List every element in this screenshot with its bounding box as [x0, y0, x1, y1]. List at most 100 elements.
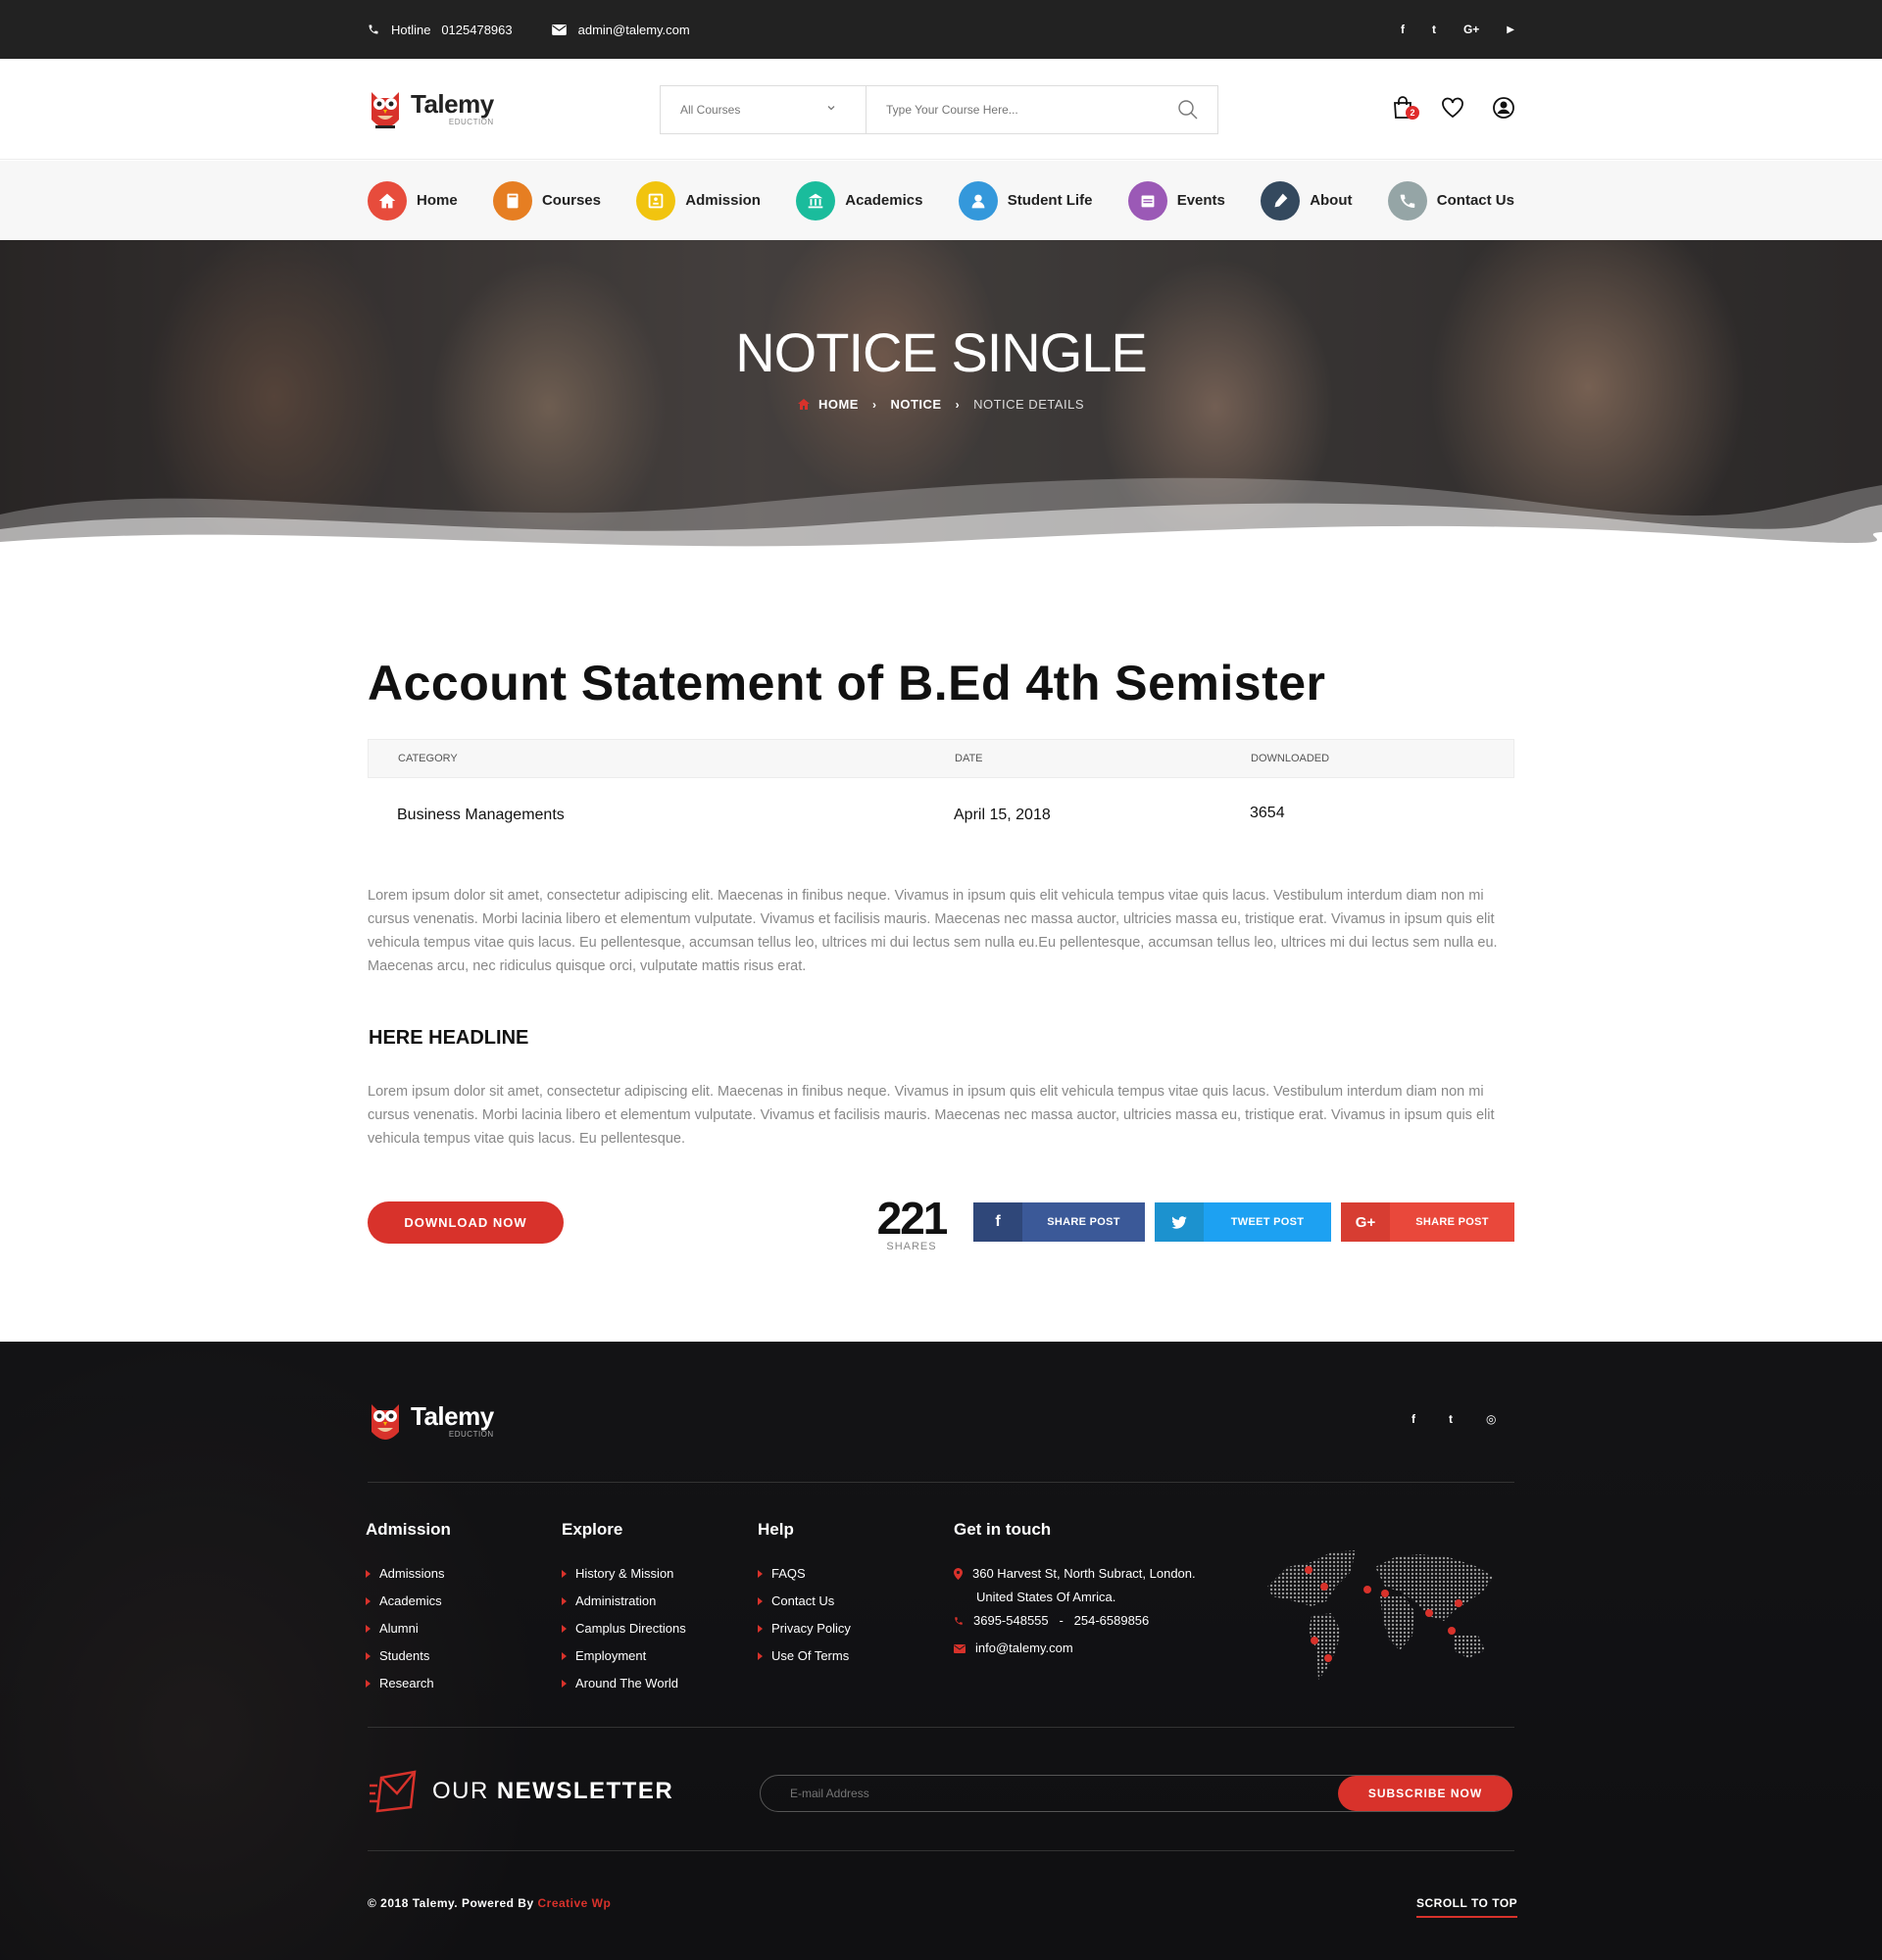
google-plus-icon[interactable]: G+ [1463, 23, 1479, 36]
contact-email[interactable]: info@talemy.com [954, 1635, 1228, 1662]
category-value: Business Managements [397, 806, 565, 823]
footer-link[interactable]: Academics [366, 1588, 451, 1615]
nav-item-academics[interactable]: Academics [796, 180, 923, 220]
hotline-number[interactable]: 0125478963 [441, 23, 512, 37]
nav-item-events[interactable]: Events [1127, 180, 1225, 220]
nav-item-label: Home [417, 192, 458, 209]
youtube-icon[interactable]: ▶ [1507, 24, 1514, 35]
world-map-icon [1267, 1550, 1493, 1680]
search-icon [1178, 100, 1198, 120]
nav-item-label: Academics [845, 192, 923, 209]
footer-col-help: Help FAQS Contact Us Privacy Policy Use … [758, 1520, 851, 1670]
google-plus-share-button[interactable]: G+ SHARE POST [1341, 1202, 1514, 1242]
page-banner: NOTICE SINGLE HOME › NOTICE › NOTICE DET… [0, 240, 1882, 573]
nav-item-label: Student Life [1007, 192, 1093, 209]
contact-email-text: info@talemy.com [975, 1641, 1073, 1655]
wishlist-button[interactable] [1441, 97, 1464, 123]
home-icon [368, 180, 407, 220]
map-marker-icon [954, 1568, 963, 1580]
twitter-share-button[interactable]: TWEET POST [1155, 1202, 1331, 1242]
footer-link[interactable]: Research [366, 1670, 451, 1697]
search-button[interactable] [1159, 86, 1217, 133]
footer-link[interactable]: Around The World [562, 1670, 686, 1697]
facebook-share-button[interactable]: f SHARE POST [973, 1202, 1145, 1242]
nav-item-contact-us[interactable]: Contact Us [1387, 180, 1514, 220]
footer-col-title: Admission [366, 1520, 451, 1539]
share-counter: 221 SHARES [863, 1196, 961, 1252]
facebook-icon[interactable]: f [1412, 1412, 1415, 1426]
footer-logo-name: Talemy [411, 1401, 494, 1431]
user-circle-icon [1493, 97, 1514, 119]
footer-link[interactable]: Privacy Policy [758, 1615, 851, 1642]
subscribe-button[interactable]: SUBSCRIBE NOW [1338, 1776, 1512, 1811]
scroll-to-top-button[interactable]: SCROLL TO TOP [1416, 1896, 1518, 1918]
twitter-icon[interactable]: t [1449, 1412, 1453, 1426]
course-search: All Courses [660, 85, 1218, 134]
phone-icon [369, 24, 378, 34]
logo-tagline: EDUCTION [448, 118, 494, 126]
hotline: Hotline 0125478963 [368, 23, 513, 37]
footer-col-title: Explore [562, 1520, 623, 1539]
owl-logo-icon [371, 1404, 399, 1440]
footer-link[interactable]: FAQS [758, 1560, 851, 1588]
nav-item-label: Contact Us [1436, 192, 1514, 209]
breadcrumb: HOME › NOTICE › NOTICE DETAILS [0, 397, 1882, 412]
twitter-icon[interactable]: t [1432, 23, 1436, 36]
twitter-share-label: TWEET POST [1204, 1202, 1331, 1242]
account-button[interactable] [1492, 96, 1515, 124]
info-table-header: CATEGORY DATE DOWNLOADED [368, 739, 1514, 778]
cart-count-badge: 2 [1406, 106, 1419, 120]
powered-by-link[interactable]: Creative Wp [537, 1896, 611, 1910]
nav-item-about[interactable]: About [1261, 180, 1353, 220]
cart-button[interactable]: 2 [1392, 96, 1419, 124]
user-icon [958, 180, 998, 220]
instagram-icon[interactable]: ◎ [1486, 1412, 1496, 1426]
breadcrumb-notice[interactable]: NOTICE [890, 397, 941, 412]
footer-col-title: Help [758, 1520, 794, 1539]
newsletter-email-input[interactable] [761, 1787, 1338, 1800]
footer-col-contact: Get in touch 360 Harvest St, North Subra… [954, 1520, 1228, 1662]
footer-logo[interactable]: Talemy EDUCTION [368, 1398, 494, 1444]
footer: Talemy EDUCTION f t ◎ Admission Admissio… [0, 1342, 1882, 1960]
facebook-icon[interactable]: f [1401, 23, 1405, 36]
nav-item-courses[interactable]: Courses [492, 180, 601, 220]
download-button[interactable]: DOWNLOAD NOW [368, 1201, 564, 1244]
footer-link[interactable]: Camplus Directions [562, 1615, 686, 1642]
footer-col-title: Get in touch [954, 1520, 1052, 1539]
pen-icon [1261, 180, 1301, 220]
newsletter-title-light: OUR [432, 1778, 489, 1804]
id-card-icon [636, 180, 676, 220]
course-category-value: All Courses [680, 103, 741, 117]
logo[interactable]: Talemy EDUCTION [368, 86, 494, 131]
nav-item-home[interactable]: Home [368, 180, 458, 220]
footer-link[interactable]: Alumni [366, 1615, 451, 1642]
newsletter-form: SUBSCRIBE NOW [760, 1775, 1512, 1812]
notice-paragraph-2: Lorem ipsum dolor sit amet, consectetur … [368, 1084, 1495, 1147]
breadcrumb-current: NOTICE DETAILS [973, 397, 1085, 412]
footer-link[interactable]: Contact Us [758, 1588, 851, 1615]
breadcrumb-home[interactable]: HOME [818, 397, 859, 412]
footer-link[interactable]: Employment [562, 1642, 686, 1670]
course-category-select[interactable]: All Courses [661, 86, 867, 133]
nav-item-label: Courses [541, 192, 601, 209]
contact-address-line1: 360 Harvest St, North Subract, London. [972, 1566, 1196, 1581]
footer-link[interactable]: Administration [562, 1588, 686, 1615]
footer-link[interactable]: History & Mission [562, 1560, 686, 1588]
top-email[interactable]: admin@talemy.com [551, 23, 690, 37]
date-header: DATE [955, 753, 983, 764]
course-search-input[interactable] [867, 86, 1159, 133]
category-header: CATEGORY [398, 753, 458, 764]
nav-item-label: About [1310, 192, 1353, 209]
copyright-text: © 2018 Talemy. Powered By [368, 1896, 534, 1910]
contact-address-line2: United States Of Amrica. [976, 1590, 1116, 1604]
contact-phone-text: 3695-548555 - 254-6589856 [973, 1613, 1150, 1628]
nav-item-admission[interactable]: Admission [636, 180, 761, 220]
footer-link[interactable]: Admissions [366, 1560, 451, 1588]
heart-icon [1442, 97, 1463, 119]
nav-item-student-life[interactable]: Student Life [958, 180, 1093, 220]
phone-icon [955, 1617, 963, 1625]
facebook-icon: f [973, 1202, 1022, 1242]
footer-link[interactable]: Students [366, 1642, 451, 1670]
footer-link[interactable]: Use Of Terms [758, 1642, 851, 1670]
top-social: f t G+ ▶ [1401, 23, 1514, 36]
